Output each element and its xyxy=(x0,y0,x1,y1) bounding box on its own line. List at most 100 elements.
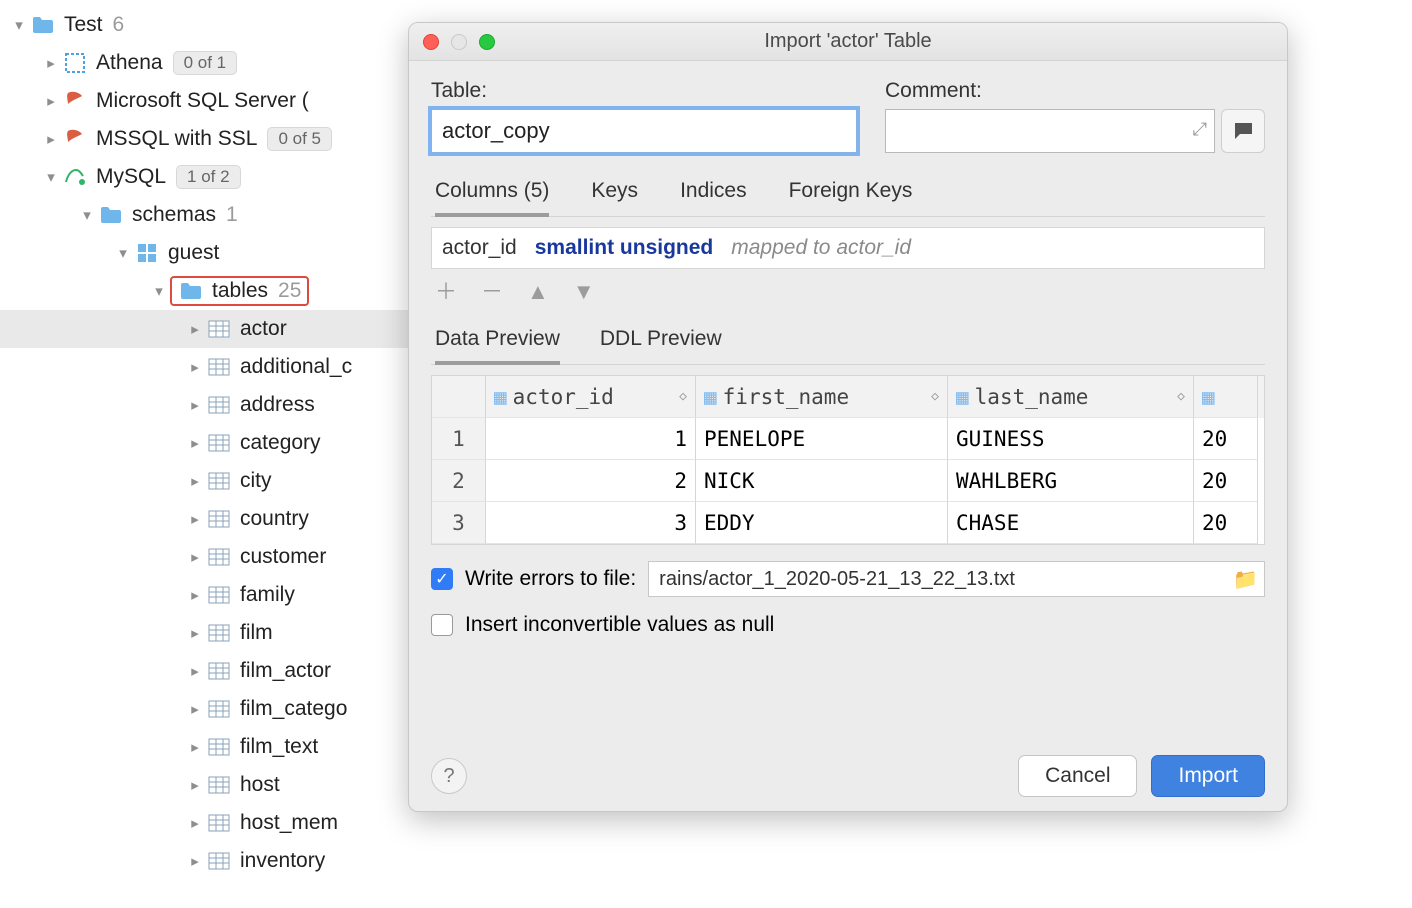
comment-input[interactable] xyxy=(885,109,1215,153)
sort-icon: ◇ xyxy=(679,389,687,404)
cell[interactable]: GUINESS xyxy=(948,418,1194,460)
table-list: ▸actor▸additional_c▸address▸category▸cit… xyxy=(0,310,430,880)
tree-node-table[interactable]: ▸category xyxy=(0,424,430,462)
comment-speech-icon[interactable] xyxy=(1221,109,1265,153)
tab-columns[interactable]: Columns (5) xyxy=(435,173,549,217)
import-button[interactable]: Import xyxy=(1151,755,1265,797)
tab-keys[interactable]: Keys xyxy=(591,173,638,216)
column-header[interactable]: ▦ xyxy=(1194,376,1258,418)
folder-icon xyxy=(30,12,56,38)
column-header[interactable]: ▦actor_id◇ xyxy=(486,376,696,418)
tree-node-table[interactable]: ▸inventory xyxy=(0,842,430,880)
tree-node-table[interactable]: ▸film xyxy=(0,614,430,652)
tab-foreign-keys[interactable]: Foreign Keys xyxy=(789,173,913,216)
tree-node-table[interactable]: ▸additional_c xyxy=(0,348,430,386)
chevron-right-icon: ▸ xyxy=(184,358,206,376)
tree-node-table[interactable]: ▸address xyxy=(0,386,430,424)
tree-node-table[interactable]: ▸actor xyxy=(0,310,430,348)
tree-node-mssql-ssl[interactable]: ▸ MSSQL with SSL 0 of 5 xyxy=(0,120,430,158)
cell[interactable]: NICK xyxy=(696,460,948,502)
tree-label: city xyxy=(240,469,272,493)
help-icon[interactable]: ? xyxy=(431,758,467,794)
cell[interactable]: PENELOPE xyxy=(696,418,948,460)
sqlserver-icon xyxy=(62,88,88,114)
tree-label: family xyxy=(240,583,295,607)
column-icon: ▦ xyxy=(1202,385,1215,409)
cell[interactable]: 20 xyxy=(1194,502,1258,544)
tree-node-table[interactable]: ▸family xyxy=(0,576,430,614)
tree-node-table[interactable]: ▸film_actor xyxy=(0,652,430,690)
cell[interactable]: 3 xyxy=(486,502,696,544)
chevron-down-icon: ▾ xyxy=(76,206,98,224)
table-row[interactable]: 33EDDYCHASE20 xyxy=(432,502,1264,544)
chevron-right-icon: ▸ xyxy=(40,92,62,110)
row-number: 2 xyxy=(432,460,486,502)
titlebar: Import 'actor' Table xyxy=(409,23,1287,61)
move-down-icon[interactable]: ▼ xyxy=(573,281,595,303)
table-name-input[interactable] xyxy=(431,109,857,153)
add-icon[interactable]: ＋ xyxy=(435,281,457,303)
cell[interactable]: EDDY xyxy=(696,502,948,544)
table-icon xyxy=(206,772,232,798)
browse-folder-icon[interactable]: 📁 xyxy=(1233,567,1258,592)
tab-data-preview[interactable]: Data Preview xyxy=(435,327,560,365)
tab-ddl-preview[interactable]: DDL Preview xyxy=(600,327,722,364)
minimize-icon[interactable] xyxy=(451,34,467,50)
expand-icon[interactable]: ⤢ xyxy=(1193,119,1207,140)
dialog-title: Import 'actor' Table xyxy=(409,30,1287,53)
cell[interactable]: CHASE xyxy=(948,502,1194,544)
tree-node-table[interactable]: ▸film_text xyxy=(0,728,430,766)
table-icon xyxy=(206,848,232,874)
tree-node-tables[interactable]: ▾ tables 25 xyxy=(0,272,430,310)
write-errors-checkbox[interactable]: ✓ xyxy=(431,568,453,590)
chevron-right-icon: ▸ xyxy=(184,434,206,452)
cell[interactable]: 2 xyxy=(486,460,696,502)
tree-label: MSSQL with SSL xyxy=(96,127,257,151)
chevron-right-icon: ▸ xyxy=(184,662,206,680)
remove-icon[interactable]: － xyxy=(481,281,503,303)
chevron-right-icon: ▸ xyxy=(184,700,206,718)
chevron-right-icon: ▸ xyxy=(184,814,206,832)
tree-node-schemas[interactable]: ▾ schemas 1 xyxy=(0,196,430,234)
tree-node-guest[interactable]: ▾ guest xyxy=(0,234,430,272)
close-icon[interactable] xyxy=(423,34,439,50)
tree-node-table[interactable]: ▸city xyxy=(0,462,430,500)
tree-node-table[interactable]: ▸host xyxy=(0,766,430,804)
cancel-button[interactable]: Cancel xyxy=(1018,755,1137,797)
tree-badge: 0 of 5 xyxy=(267,127,332,151)
tree-node-mssql[interactable]: ▸ Microsoft SQL Server ( xyxy=(0,82,430,120)
chevron-right-icon: ▸ xyxy=(184,776,206,794)
data-preview-grid: ▦actor_id◇ ▦first_name◇ ▦last_name◇ ▦ 11… xyxy=(431,375,1265,545)
column-header[interactable]: ▦last_name◇ xyxy=(948,376,1194,418)
cell[interactable]: 20 xyxy=(1194,418,1258,460)
tree-badge: 0 of 1 xyxy=(173,51,238,75)
cell[interactable]: 20 xyxy=(1194,460,1258,502)
database-tree: ▾ Test 6 ▸ Athena 0 of 1 ▸ Microsoft SQL… xyxy=(0,0,430,880)
tree-node-table[interactable]: ▸film_catego xyxy=(0,690,430,728)
table-row[interactable]: 11PENELOPEGUINESS20 xyxy=(432,418,1264,460)
tree-node-table[interactable]: ▸host_mem xyxy=(0,804,430,842)
table-row[interactable]: 22NICKWAHLBERG20 xyxy=(432,460,1264,502)
chevron-right-icon: ▸ xyxy=(184,624,206,642)
move-up-icon[interactable]: ▲ xyxy=(527,281,549,303)
insert-null-checkbox[interactable] xyxy=(431,614,453,636)
column-header[interactable]: ▦first_name◇ xyxy=(696,376,948,418)
cell[interactable]: 1 xyxy=(486,418,696,460)
tree-label: inventory xyxy=(240,849,325,873)
error-file-path[interactable]: rains/actor_1_2020-05-21_13_22_13.txt 📁 xyxy=(648,561,1265,597)
maximize-icon[interactable] xyxy=(479,34,495,50)
tree-label: film_text xyxy=(240,735,318,759)
tree-node-test[interactable]: ▾ Test 6 xyxy=(0,6,430,44)
tree-node-athena[interactable]: ▸ Athena 0 of 1 xyxy=(0,44,430,82)
tree-node-table[interactable]: ▸ customer xyxy=(0,538,430,576)
tree-node-mysql[interactable]: ▾ MySQL 1 of 2 xyxy=(0,158,430,196)
chevron-down-icon: ▾ xyxy=(148,282,170,300)
cell[interactable]: WAHLBERG xyxy=(948,460,1194,502)
chevron-right-icon: ▸ xyxy=(184,548,206,566)
tree-node-table[interactable]: ▸country xyxy=(0,500,430,538)
tree-count: 1 xyxy=(226,203,238,227)
column-detail-row[interactable]: actor_id smallint unsigned mapped to act… xyxy=(431,227,1265,269)
tree-label: customer xyxy=(240,545,326,569)
tree-badge: 1 of 2 xyxy=(176,165,241,189)
tab-indices[interactable]: Indices xyxy=(680,173,747,216)
